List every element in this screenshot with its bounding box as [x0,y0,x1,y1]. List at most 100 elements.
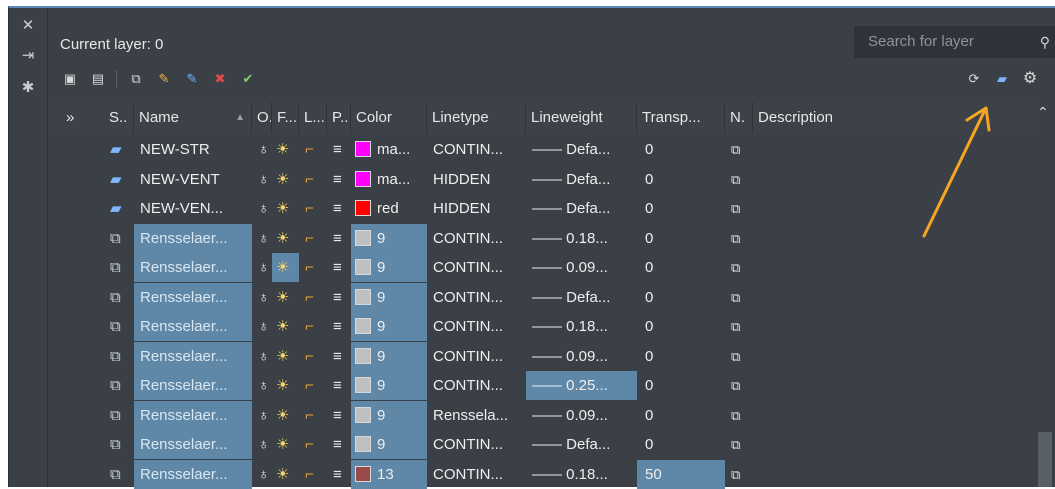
layer-name[interactable]: Rensselaer... [134,223,252,253]
new-vp-freeze-icon[interactable]: ⧉ [725,224,753,253]
layer-description[interactable] [753,135,1034,164]
layer-row[interactable]: ⧉ Rensselaer... ♁ ☀ ⌐ ≡ 9 CONTIN... —— 0.18... 0 ⧉ [48,223,1034,253]
new-property-filter-icon[interactable]: ▣ [60,69,80,89]
layer-lineweight[interactable]: —— 0.09... [526,401,637,430]
layer-transparency[interactable]: 0 [637,253,725,282]
layer-color[interactable]: 9 [351,371,427,400]
plot-icon[interactable]: ≡ [327,194,351,223]
new-layer-icon[interactable]: ✎ [154,69,174,89]
layer-color[interactable]: ma... [351,135,427,164]
layer-row[interactable]: ⧉ Rensselaer... ♁ ☀ ⌐ ≡ 9 CONTIN... —— 0.18... 0 ⧉ [48,312,1034,341]
layer-linetype[interactable]: CONTIN... [427,135,526,164]
layer-lineweight[interactable]: —— Defa... [526,135,637,164]
layer-description[interactable] [753,371,1034,400]
layer-transparency[interactable]: 0 [637,371,725,400]
layer-transparency[interactable]: 0 [637,224,725,253]
freeze-sun-icon[interactable]: ☀ [272,253,299,282]
layer-transparency[interactable]: 0 [637,312,725,341]
freeze-sun-icon[interactable]: ☀ [272,460,299,489]
close-icon[interactable]: ✕ [18,16,38,36]
layer-name[interactable]: Rensselaer... [134,282,252,312]
layer-description[interactable] [753,165,1034,194]
layer-color[interactable]: 9 [351,430,427,459]
layer-settings-icon[interactable]: ▰ [992,69,1012,89]
layer-transparency[interactable]: 0 [637,135,725,164]
layer-lineweight[interactable]: —— Defa... [526,430,637,459]
layer-color[interactable]: ma... [351,165,427,194]
plot-icon[interactable]: ≡ [327,371,351,400]
freeze-sun-icon[interactable]: ☀ [272,135,299,164]
freeze-sun-icon[interactable]: ☀ [272,371,299,400]
layer-linetype[interactable]: CONTIN... [427,460,526,489]
new-vp-freeze-icon[interactable]: ⧉ [725,194,753,223]
layer-transparency[interactable]: 0 [637,342,725,371]
on-bulb-icon[interactable]: ♁ [252,312,272,341]
plot-icon[interactable]: ≡ [327,165,351,194]
freeze-sun-icon[interactable]: ☀ [272,165,299,194]
layer-description[interactable] [753,342,1034,371]
layer-lineweight[interactable]: —— 0.18... [526,312,637,341]
layer-description[interactable] [753,430,1034,459]
column-status[interactable]: S.. [104,102,134,134]
layer-row[interactable]: ▰ NEW-VENT ♁ ☀ ⌐ ≡ ma... HIDDEN —— Defa... 0 ⧉ [48,165,1034,194]
layer-color[interactable]: 9 [351,223,427,253]
plot-icon[interactable]: ≡ [327,342,351,371]
layer-row[interactable]: ▰ NEW-VEN... ♁ ☀ ⌐ ≡ red HIDDEN —— Defa... 0 ⧉ [48,194,1034,223]
auto-hide-icon[interactable]: ⇥ [18,46,38,66]
scroll-thumb[interactable] [1038,432,1052,487]
freeze-sun-icon[interactable]: ☀ [272,224,299,253]
layer-linetype[interactable]: HIDDEN [427,194,526,223]
layer-linetype[interactable]: CONTIN... [427,312,526,341]
freeze-sun-icon[interactable]: ☀ [272,401,299,430]
layer-name[interactable]: NEW-STR [134,135,252,164]
layer-linetype[interactable]: HIDDEN [427,165,526,194]
on-bulb-icon[interactable]: ♁ [252,401,272,430]
freeze-sun-icon[interactable]: ☀ [272,430,299,459]
layer-color[interactable]: 9 [351,253,427,282]
new-vp-freeze-icon[interactable]: ⧉ [725,253,753,282]
layer-color[interactable]: 9 [351,400,427,430]
column-name[interactable]: Name ▲ [134,102,252,134]
plot-icon[interactable]: ≡ [327,401,351,430]
layer-name[interactable]: Rensselaer... [134,312,252,341]
freeze-sun-icon[interactable]: ☀ [272,283,299,312]
layer-color[interactable]: red [351,194,427,223]
vertical-scrollbar[interactable]: ⌃ [1034,102,1055,487]
freeze-sun-icon[interactable]: ☀ [272,194,299,223]
layer-row[interactable]: ⧉ Rensselaer... ♁ ☀ ⌐ ≡ 9 CONTIN... —— 0.25... 0 ⧉ [48,371,1034,400]
column-lineweight[interactable]: Lineweight [526,102,637,134]
new-group-filter-icon[interactable]: ▤ [88,69,108,89]
column-freeze[interactable]: F... [272,102,299,134]
gear-icon[interactable]: ⚙ [1020,69,1040,89]
unlock-icon[interactable]: ⌐ [299,253,327,282]
expand-filter-tree-button[interactable]: » [48,102,104,134]
layer-row[interactable]: ⧉ Rensselaer... ♁ ☀ ⌐ ≡ 9 CONTIN... —— 0.09... 0 ⧉ [48,253,1034,282]
scroll-up-icon[interactable]: ⌃ [1037,104,1049,121]
column-new-vp-freeze[interactable]: N. [725,102,753,134]
new-vp-freeze-icon[interactable]: ⧉ [725,371,753,400]
layer-description[interactable] [753,460,1034,489]
layer-linetype[interactable]: CONTIN... [427,283,526,312]
layer-row[interactable]: ⧉ Rensselaer... ♁ ☀ ⌐ ≡ 9 Renssela... —— 0.09...… [48,400,1034,430]
layer-transparency[interactable]: 0 [637,401,725,430]
layer-description[interactable] [753,401,1034,430]
unlock-icon[interactable]: ⌐ [299,312,327,341]
layer-description[interactable] [753,312,1034,341]
layer-lineweight[interactable]: —— 0.18... [526,460,637,489]
layer-row[interactable]: ⧉ Rensselaer... ♁ ☀ ⌐ ≡ 13 CONTIN... —— 0.18... 5… [48,459,1034,489]
layer-name[interactable]: Rensselaer... [134,253,252,282]
layer-color[interactable]: 9 [351,341,427,371]
layer-row[interactable]: ⧉ Rensselaer... ♁ ☀ ⌐ ≡ 9 CONTIN... —— Defa... 0 ⧉ [48,282,1034,312]
on-bulb-icon[interactable]: ♁ [252,460,272,489]
on-bulb-icon[interactable]: ♁ [252,194,272,223]
on-bulb-icon[interactable]: ♁ [252,224,272,253]
freeze-sun-icon[interactable]: ☀ [272,342,299,371]
layer-linetype[interactable]: CONTIN... [427,253,526,282]
new-vp-freeze-icon[interactable]: ⧉ [725,401,753,430]
unlock-icon[interactable]: ⌐ [299,401,327,430]
layer-name[interactable]: Rensselaer... [134,459,252,489]
on-bulb-icon[interactable]: ♁ [252,135,272,164]
plot-icon[interactable]: ≡ [327,460,351,489]
on-bulb-icon[interactable]: ♁ [252,430,272,459]
layer-name[interactable]: NEW-VEN... [134,194,252,223]
